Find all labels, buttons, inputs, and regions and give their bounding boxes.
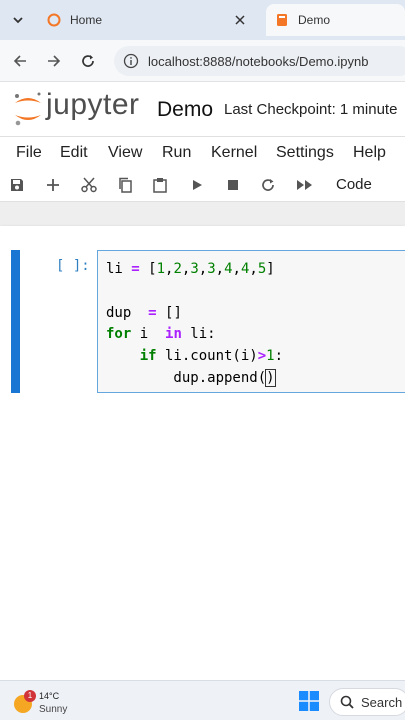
- jupyter-logo-icon: [15, 92, 41, 126]
- notebook-empty-area: [0, 418, 405, 680]
- restart-icon[interactable]: [258, 175, 278, 195]
- code-line-1: li = [1,2,3,3,4,4,5]: [106, 261, 275, 277]
- weather-condition: Sunny: [39, 704, 68, 715]
- add-icon[interactable]: [43, 175, 63, 195]
- menu-view[interactable]: View: [108, 144, 142, 162]
- stop-icon[interactable]: [223, 175, 243, 195]
- run-icon[interactable]: [187, 175, 207, 195]
- taskbar: 1 14°C Sunny Search: [0, 680, 405, 720]
- code-line-6: dup.append(): [106, 368, 276, 387]
- code-line-4: for i in li:: [106, 326, 216, 343]
- reload-icon[interactable]: [78, 51, 98, 71]
- code-content[interactable]: li = [1,2,3,3,4,4,5] dup = [] for i in l…: [106, 259, 283, 390]
- notebook-background: [0, 202, 405, 226]
- tab-demo-label: Demo: [298, 13, 331, 27]
- weather-widget[interactable]: 1 14°C Sunny: [14, 687, 94, 717]
- code-line-5: if li.count(i)>1:: [139, 348, 284, 365]
- menu-run[interactable]: Run: [162, 144, 191, 162]
- copy-icon[interactable]: [115, 175, 135, 195]
- menu-kernel[interactable]: Kernel: [211, 144, 257, 162]
- notebook-panel: [ ]: li = [1,2,3,3,4,4,5] dup = [] for i…: [0, 226, 405, 418]
- paste-icon[interactable]: [150, 175, 170, 195]
- tab-home-label: Home: [70, 13, 103, 27]
- save-icon[interactable]: [7, 175, 27, 195]
- taskbar-search[interactable]: Search: [329, 688, 405, 716]
- menu-help[interactable]: Help: [353, 144, 386, 162]
- weather-temperature: 14°C: [39, 691, 60, 701]
- jupyter-header: jupyter Demo Last Checkpoint: 1 minute: [0, 82, 405, 134]
- menu-bar: File Edit View Run Kernel Settings Help: [0, 136, 405, 168]
- url-field[interactable]: localhost:8888/notebooks/Demo.ipynb: [114, 46, 405, 76]
- browser-tab-strip: Home Demo: [0, 0, 405, 40]
- code-line-3: dup = []: [106, 304, 182, 321]
- tab-list-button[interactable]: [6, 8, 30, 32]
- chevron-down-icon: [13, 17, 23, 24]
- menu-settings[interactable]: Settings: [276, 144, 334, 162]
- address-bar: localhost:8888/notebooks/Demo.ipynb: [0, 40, 405, 82]
- last-checkpoint: Last Checkpoint: 1 minute: [224, 101, 398, 118]
- tab-demo[interactable]: Demo: [266, 4, 405, 36]
- notification-badge: 1: [24, 690, 36, 702]
- notebook-toolbar: Code: [0, 168, 405, 202]
- code-cell-editor[interactable]: li = [1,2,3,3,4,4,5] dup = [] for i in l…: [97, 250, 405, 393]
- run-all-icon[interactable]: [295, 175, 315, 195]
- jupyter-favicon-icon: [46, 12, 62, 28]
- url-text: localhost:8888/notebooks/Demo.ipynb: [148, 53, 369, 69]
- menu-file[interactable]: File: [16, 144, 42, 162]
- search-icon: [339, 694, 355, 710]
- cell-collapser[interactable]: [11, 250, 20, 393]
- notebook-favicon-icon: [274, 12, 290, 28]
- forward-arrow-icon[interactable]: [44, 51, 64, 71]
- notebook-title[interactable]: Demo: [157, 98, 213, 122]
- close-tab-icon[interactable]: [232, 12, 248, 28]
- jupyter-logo-text: jupyter: [46, 88, 140, 121]
- cell-input-prompt: [ ]:: [56, 258, 90, 274]
- cut-icon[interactable]: [79, 175, 99, 195]
- menu-edit[interactable]: Edit: [60, 144, 88, 162]
- back-arrow-icon[interactable]: [10, 51, 30, 71]
- cell-type-select[interactable]: Code: [336, 176, 372, 193]
- site-info-icon[interactable]: [122, 52, 140, 70]
- search-label: Search: [361, 694, 403, 710]
- tab-home[interactable]: Home: [38, 4, 260, 36]
- windows-start-icon[interactable]: [299, 691, 319, 711]
